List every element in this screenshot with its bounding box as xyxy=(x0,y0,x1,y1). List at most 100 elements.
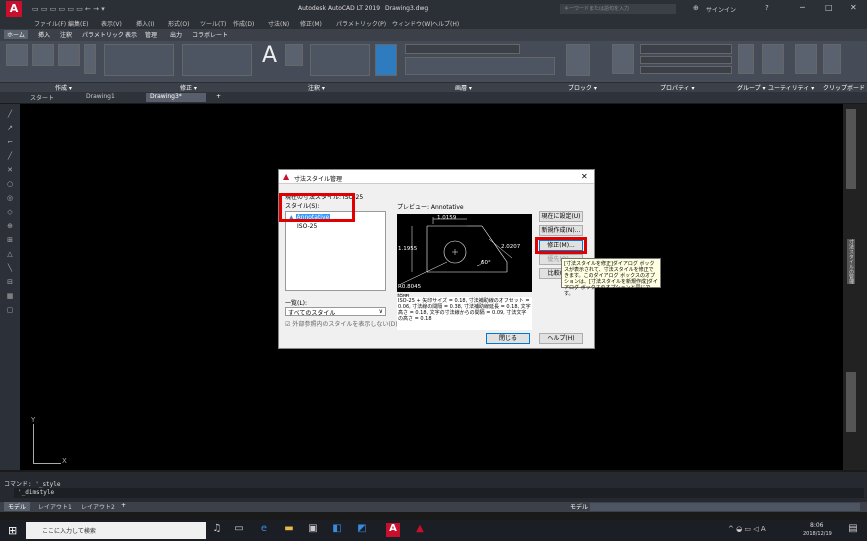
notification-icon[interactable]: ▤ xyxy=(846,523,860,537)
tool-icon[interactable]: ▦ xyxy=(5,292,15,301)
user-icon[interactable]: ⊕ xyxy=(693,4,699,12)
windows-start-icon[interactable]: ⊞ xyxy=(8,524,17,537)
status-bar-toggles[interactable] xyxy=(590,503,860,511)
line-tool-button[interactable] xyxy=(6,44,28,66)
panel-block[interactable]: ブロック ▾ xyxy=(568,83,597,92)
mail-icon[interactable]: ◧ xyxy=(330,523,344,537)
list-filter-dropdown[interactable]: すべてのスタイル ∨ xyxy=(285,307,386,317)
match-properties-button[interactable] xyxy=(612,44,634,74)
panel-modify[interactable]: 修正 ▾ xyxy=(180,83,197,92)
tab-parametric[interactable]: パラメトリック xyxy=(82,30,124,39)
maximize-button[interactable]: □ xyxy=(825,3,833,12)
model-space-button[interactable]: モデル xyxy=(566,502,592,511)
polyline-tool-button[interactable] xyxy=(32,44,54,66)
tab-annotate[interactable]: 注釈 xyxy=(60,30,72,39)
help-button[interactable]: ヘルプ(H) xyxy=(539,333,583,344)
text-tool-icon[interactable]: A xyxy=(262,43,277,68)
panel-annotate[interactable]: 注釈 ▾ xyxy=(308,83,325,92)
modify-tools-group[interactable] xyxy=(104,44,174,76)
add-layout-button[interactable]: + xyxy=(117,502,130,511)
menu-insert[interactable]: 挿入(I) xyxy=(136,19,154,28)
panel-clipboard[interactable]: クリップボード xyxy=(823,83,865,92)
explorer-icon[interactable]: ▬ xyxy=(282,523,296,537)
menu-parametric[interactable]: パラメトリック(P) xyxy=(336,19,386,28)
microphone-icon[interactable]: ♫ xyxy=(210,523,224,537)
layer-tools-group[interactable] xyxy=(405,57,555,75)
tool-icon[interactable]: ✕ xyxy=(5,166,15,175)
autocad-taskbar-icon[interactable]: A xyxy=(386,523,400,537)
layer-properties-button[interactable] xyxy=(375,44,397,76)
new-tab-button[interactable]: + xyxy=(212,93,225,102)
panel-properties[interactable]: プロパティ ▾ xyxy=(660,83,695,92)
menu-view[interactable]: 表示(V) xyxy=(101,19,122,28)
menu-modify[interactable]: 修正(M) xyxy=(300,19,322,28)
doc-tab-start[interactable]: スタート xyxy=(26,93,58,102)
tab-view[interactable]: 表示 xyxy=(125,30,137,39)
layout-tab-2[interactable]: レイアウト2 xyxy=(77,502,119,511)
color-dropdown[interactable] xyxy=(640,44,732,54)
menu-window[interactable]: ウィンドウ(W) xyxy=(392,19,433,28)
tab-manage[interactable]: 管理 xyxy=(145,30,157,39)
menu-draw[interactable]: 作成(D) xyxy=(233,19,254,28)
task-view-icon[interactable]: ▭ xyxy=(232,523,246,537)
app-logo-icon[interactable]: A xyxy=(6,1,22,17)
taskbar-search-input[interactable]: ここに入力して検索 xyxy=(26,522,206,539)
tool-icon[interactable]: ⌐ xyxy=(5,138,15,147)
quick-access-toolbar[interactable]: ▭ ▭ ▭ ▭ ▭ ▭ ← → ▾ xyxy=(32,5,162,13)
tool-icon[interactable]: ○ xyxy=(5,180,15,189)
palette-tab[interactable]: 寸法スタイルの管理 xyxy=(847,239,855,284)
minimize-button[interactable]: ─ xyxy=(800,3,805,12)
tool-icon[interactable]: ▢ xyxy=(5,306,15,315)
menu-tools[interactable]: ツール(T) xyxy=(200,19,226,28)
measure-button[interactable] xyxy=(762,44,784,74)
tab-collaborate[interactable]: コラボレート xyxy=(192,30,228,39)
menu-help[interactable]: ヘルプ(H) xyxy=(432,19,459,28)
signin-link[interactable]: サインイン xyxy=(706,5,736,14)
menu-edit[interactable]: 編集(E) xyxy=(68,19,88,28)
help-icon[interactable]: ? xyxy=(765,4,769,12)
search-input[interactable]: キーワードまたは語句を入力 xyxy=(560,4,676,14)
paste-button[interactable] xyxy=(795,44,817,74)
tool-icon[interactable]: ╱ xyxy=(5,110,15,119)
tool-icon[interactable]: ╲ xyxy=(5,264,15,273)
tool-icon[interactable]: ⊕ xyxy=(5,222,15,231)
doc-tab-drawing3[interactable]: Drawing3* xyxy=(146,93,206,102)
annotation-tools-group[interactable] xyxy=(310,44,370,76)
command-line-input[interactable]: '_dimstyle xyxy=(14,488,864,498)
insert-block-button[interactable] xyxy=(566,44,590,76)
close-window-button[interactable]: ✕ xyxy=(850,3,857,12)
tab-output[interactable]: 出力 xyxy=(170,30,182,39)
new-style-button[interactable]: 新規作成(N)... xyxy=(539,225,583,236)
tool-icon[interactable]: △ xyxy=(5,250,15,259)
style-list[interactable]: ▲ Annotative ISO-25 xyxy=(285,211,386,291)
panel-utilities[interactable]: ユーティリティ ▾ xyxy=(768,83,814,92)
tool-icon[interactable]: ◎ xyxy=(5,194,15,203)
tool-icon[interactable]: ╱ xyxy=(5,152,15,161)
store-icon[interactable]: ▣ xyxy=(306,523,320,537)
panel-draw[interactable]: 作成 ▾ xyxy=(55,83,72,92)
system-tray-icons[interactable]: ^ ◒ ▭ ◁ A xyxy=(728,525,766,533)
tool-icon[interactable]: ⊞ xyxy=(5,236,15,245)
copy-clip-button[interactable] xyxy=(823,44,841,74)
panel-groups[interactable]: グループ ▾ xyxy=(737,83,766,92)
tab-insert[interactable]: 挿入 xyxy=(38,30,50,39)
tool-icon[interactable]: ⊟ xyxy=(5,278,15,287)
autocad-alt-icon[interactable]: ▲ xyxy=(413,523,427,537)
tab-home[interactable]: ホーム xyxy=(4,30,28,39)
layer-palette-tab[interactable] xyxy=(846,372,856,432)
menu-dimension[interactable]: 寸法(N) xyxy=(268,19,289,28)
circle-tool-button[interactable] xyxy=(58,44,80,66)
tool-icon[interactable]: ◇ xyxy=(5,208,15,217)
tool-icon[interactable]: ↗ xyxy=(5,124,15,133)
linetype-dropdown[interactable] xyxy=(640,56,732,64)
menu-file[interactable]: ファイル(F) xyxy=(34,19,66,28)
panel-layers[interactable]: 画層 ▾ xyxy=(455,83,472,92)
view-cube-panel[interactable] xyxy=(846,109,856,189)
edge-icon[interactable]: e xyxy=(257,523,271,537)
media-icon[interactable]: ◩ xyxy=(355,523,369,537)
modify-tools-group-2[interactable] xyxy=(182,44,252,76)
layout-tab-model[interactable]: モデル xyxy=(4,502,31,511)
dimension-tool-button[interactable] xyxy=(285,44,303,66)
style-list-item[interactable]: ISO-25 xyxy=(297,223,317,230)
group-button[interactable] xyxy=(738,44,754,74)
